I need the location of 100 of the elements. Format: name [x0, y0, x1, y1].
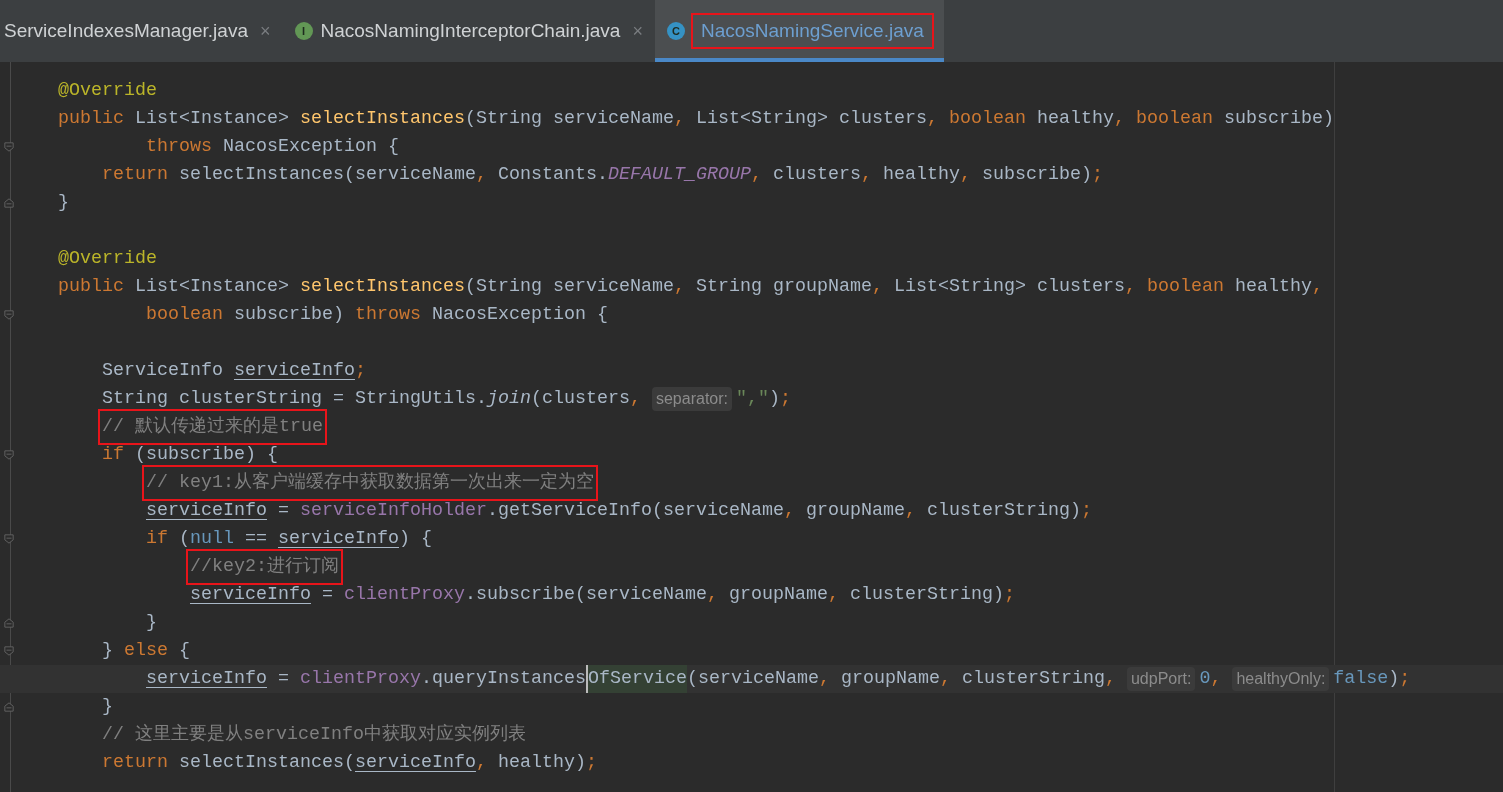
keyword: public	[58, 275, 125, 300]
constant-name: DEFAULT_GROUP	[607, 163, 751, 188]
code-text: NacosException {	[432, 303, 608, 328]
keyword: ,	[860, 163, 873, 188]
keyword: ;	[586, 751, 597, 776]
variable-name: serviceInfo	[234, 359, 355, 384]
variable-name: serviceInfo	[190, 583, 311, 608]
code-text: .queryInstances	[421, 667, 586, 692]
fold-icon[interactable]	[4, 617, 14, 629]
keyword: ,	[1311, 275, 1323, 300]
code-text: ) {	[399, 527, 432, 552]
code-text: )	[1388, 667, 1400, 692]
code-text: groupName	[805, 499, 905, 524]
keyword: ;	[780, 387, 791, 412]
file-type-icon: C	[666, 22, 685, 40]
keyword: throws	[355, 303, 422, 328]
annotation: @Override	[58, 79, 157, 104]
tab-label: ServiceIndexesManager.java	[4, 18, 248, 43]
code-text: .subscribe(serviceName	[465, 583, 707, 608]
keyword: ,	[629, 387, 642, 412]
code-text: List<String> clusters	[695, 107, 927, 132]
keyword: ,	[706, 583, 719, 608]
code-text: healthy	[1234, 275, 1312, 300]
code-text: {	[179, 639, 190, 664]
code-text: NacosException {	[223, 135, 399, 160]
keyword: boolean	[146, 303, 224, 328]
code-text: subscribe)	[1223, 107, 1334, 132]
close-icon[interactable]: ×	[260, 17, 271, 45]
keyword: else	[124, 639, 169, 664]
code-text: ServiceInfo	[102, 359, 224, 384]
parameter-hint: healthyOnly:	[1232, 667, 1330, 691]
parameter-hint: separator:	[651, 387, 732, 411]
keyword: ;	[1003, 583, 1015, 608]
code-text: =	[322, 583, 334, 608]
tab-label: NacosNamingInterceptorChain.java	[320, 18, 621, 43]
code-comment: // 这里主要是从serviceInfo中获取对应实例列表	[102, 723, 526, 748]
code-text: =	[278, 667, 290, 692]
code-text: healthy)	[498, 751, 586, 776]
code-text: clusterString)	[926, 499, 1081, 524]
editor-tab[interactable]: I NacosNamingInterceptorChain.java ×	[282, 0, 655, 62]
editor-tab[interactable]: C NacosNamingService.java	[654, 0, 944, 62]
literal: 0	[1199, 667, 1211, 692]
keyword: ,	[1210, 667, 1223, 692]
method-name: join	[486, 387, 531, 412]
keyword: ;	[1399, 667, 1411, 692]
method-name: selectInstances	[300, 107, 465, 132]
keyword: ,	[939, 667, 952, 692]
code-text: subscribe)	[981, 163, 1092, 188]
keyword: ,	[750, 163, 763, 188]
fold-icon[interactable]	[4, 309, 14, 321]
code-text: Constants.	[497, 163, 608, 188]
code-text: ==	[245, 527, 268, 552]
code-text: selectInstances(	[179, 751, 355, 776]
keyword: throws	[146, 135, 213, 160]
keyword: ;	[355, 359, 366, 384]
code-text: (String serviceName	[464, 275, 674, 300]
fold-icon[interactable]	[4, 197, 14, 209]
code-text: }	[102, 639, 114, 664]
variable-name: serviceInfo	[146, 499, 267, 524]
keyword: public	[58, 107, 125, 132]
keyword: ,	[476, 751, 488, 776]
keyword: , boolean	[1113, 107, 1214, 132]
string-literal: ","	[736, 387, 769, 412]
keyword: return	[102, 751, 169, 776]
keyword: ,	[673, 275, 686, 300]
code-text: healthy	[882, 163, 960, 188]
keyword: , boolean	[1124, 275, 1225, 300]
fold-icon[interactable]	[4, 533, 14, 545]
code-text: healthy	[1036, 107, 1114, 132]
keyword: ,	[475, 163, 488, 188]
keyword: ,	[904, 499, 917, 524]
close-icon[interactable]: ×	[632, 17, 643, 45]
code-text: .getServiceInfo(serviceName	[486, 499, 784, 524]
field-name: serviceInfoHolder	[300, 499, 487, 524]
editor-tab[interactable]: ServiceIndexesManager.java ×	[0, 0, 283, 62]
code-text: clusterString)	[849, 583, 1004, 608]
code-text: selectInstances(serviceName	[179, 163, 476, 188]
code-text: clusterString	[961, 667, 1105, 692]
code-text: List<Instance>	[135, 107, 290, 132]
code-text: }	[58, 191, 69, 216]
annotation: @Override	[58, 247, 157, 272]
keyword: ,	[959, 163, 972, 188]
code-text: )	[769, 387, 780, 412]
fold-icon[interactable]	[4, 449, 14, 461]
field-name: clientProxy	[344, 583, 465, 608]
fold-icon[interactable]	[4, 645, 14, 657]
code-text: clusters	[772, 163, 861, 188]
method-name: selectInstances	[300, 275, 465, 300]
code-text: String clusterString = StringUtils.	[102, 387, 487, 412]
keyword: ,	[871, 275, 884, 300]
keyword: ,	[818, 667, 831, 692]
code-text: List<String> clusters	[893, 275, 1125, 300]
keyword: if	[146, 527, 169, 552]
keyword: if	[102, 443, 125, 468]
fold-icon[interactable]	[4, 141, 14, 153]
fold-icon[interactable]	[4, 701, 14, 713]
tab-label: NacosNamingService.java	[692, 14, 932, 48]
field-name: clientProxy	[300, 667, 421, 692]
keyword: ;	[1091, 163, 1103, 188]
keyword: , boolean	[926, 107, 1027, 132]
